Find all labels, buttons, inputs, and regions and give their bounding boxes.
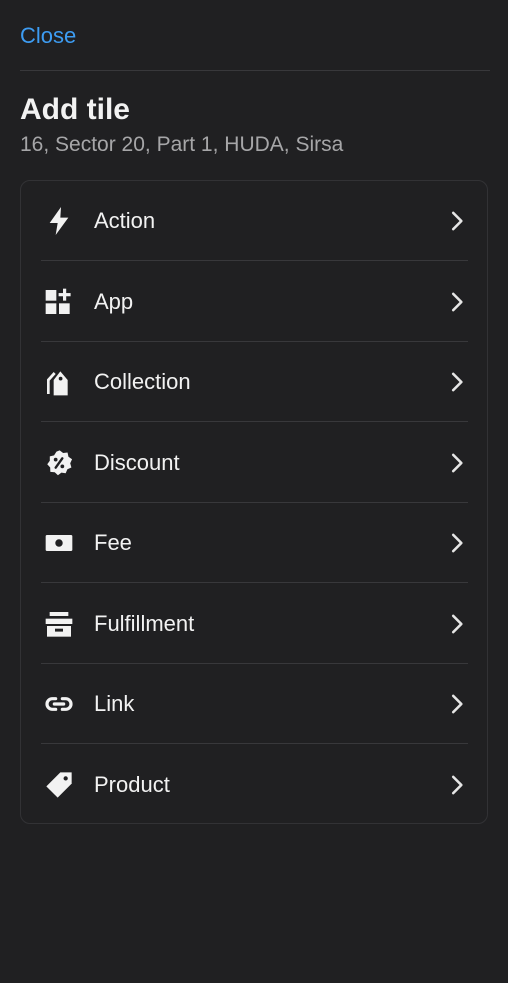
chevron-right-icon [444, 611, 470, 637]
tile-type-label: Link [94, 691, 135, 716]
lightning-bolt-icon [43, 205, 75, 237]
row-divider [41, 743, 468, 744]
tile-type-label: Product [94, 772, 170, 797]
apps-grid-icon [43, 286, 75, 318]
chevron-right-icon [444, 450, 470, 476]
row-divider [41, 260, 468, 261]
chevron-right-icon [444, 369, 470, 395]
price-tag-icon [43, 769, 75, 801]
tile-type-label: Fulfillment [94, 611, 195, 636]
chevron-right-icon [444, 289, 470, 315]
chevron-right-icon [444, 208, 470, 234]
close-button[interactable]: Close [20, 22, 76, 50]
page-title: Add tile [20, 93, 130, 126]
tile-type-label: App [94, 289, 134, 314]
tile-type-discount[interactable]: Discount [21, 423, 487, 503]
chevron-right-icon [444, 530, 470, 556]
tile-type-app[interactable]: App [21, 262, 487, 342]
row-divider [41, 582, 468, 583]
tile-type-list: Action App Collection Discount Fee Fulfi… [20, 180, 488, 824]
tile-type-label: Fee [94, 530, 132, 555]
link-icon [43, 688, 75, 720]
tile-type-link[interactable]: Link [21, 664, 487, 744]
row-divider [41, 421, 468, 422]
tile-type-label: Discount [94, 450, 180, 475]
tile-type-product[interactable]: Product [21, 745, 487, 825]
chevron-right-icon [444, 772, 470, 798]
fulfillment-box-icon [43, 608, 75, 640]
collection-tags-icon [43, 366, 75, 398]
add-tile-screen: Close Add tile 16, Sector 20, Part 1, HU… [0, 0, 508, 983]
location-subtitle: 16, Sector 20, Part 1, HUDA, Sirsa [20, 133, 344, 156]
tile-type-action[interactable]: Action [21, 181, 487, 261]
tile-type-collection[interactable]: Collection [21, 342, 487, 422]
tile-type-fulfillment[interactable]: Fulfillment [21, 584, 487, 664]
cash-icon [43, 527, 75, 559]
tile-type-label: Collection [94, 369, 191, 394]
tile-type-label: Action [94, 208, 156, 233]
header-divider [20, 70, 490, 71]
tile-type-fee[interactable]: Fee [21, 503, 487, 583]
discount-badge-icon [43, 447, 75, 479]
chevron-right-icon [444, 691, 470, 717]
